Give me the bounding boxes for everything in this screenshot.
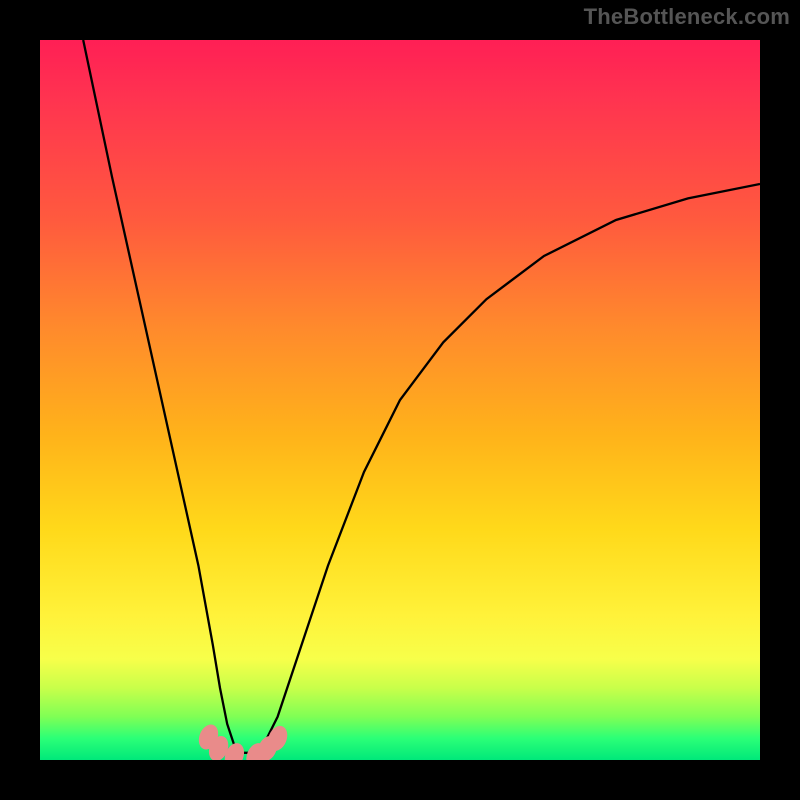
marker-group xyxy=(195,722,291,760)
chart-frame: TheBottleneck.com xyxy=(0,0,800,800)
bottleneck-curve xyxy=(83,40,760,753)
curve-svg xyxy=(40,40,760,760)
watermark-text: TheBottleneck.com xyxy=(584,4,790,30)
plot-area xyxy=(40,40,760,760)
